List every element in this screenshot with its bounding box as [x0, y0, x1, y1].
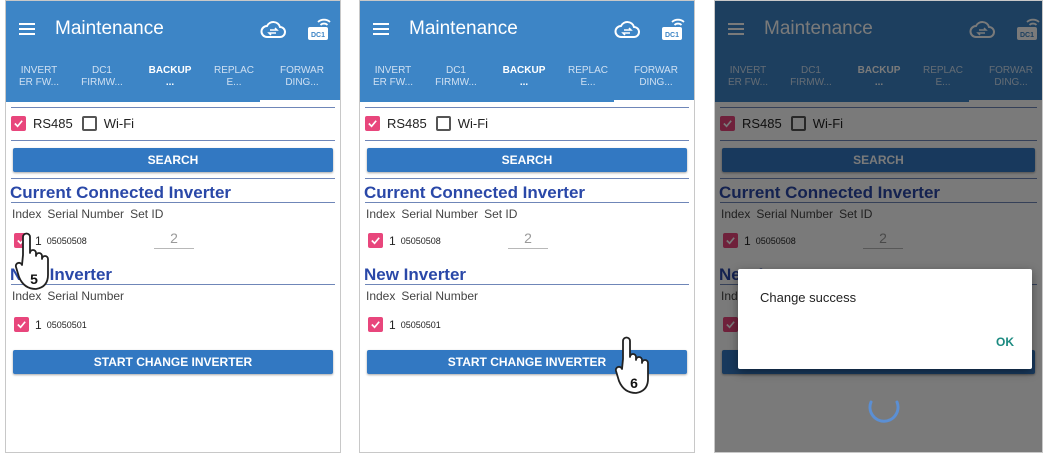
- rs485-label: RS485: [33, 115, 73, 131]
- app-bar: Maintenance DC1: [360, 1, 694, 57]
- pointing-hand-icon: 5: [14, 232, 49, 290]
- app-bar: Maintenance DC1: [6, 1, 340, 57]
- new-inverter-title: New Inverter: [364, 265, 467, 284]
- checkmark-icon: [368, 119, 377, 127]
- divider: [365, 284, 689, 285]
- tab-forwarding[interactable]: FORWAR DING...: [272, 65, 332, 89]
- current-inverter-columns: Index Serial Number Set ID: [366, 207, 523, 221]
- checkmark-icon: [371, 237, 380, 245]
- tab-replace[interactable]: REPLAC E...: [204, 65, 264, 89]
- svg-text:DC1: DC1: [311, 32, 325, 39]
- current-inverter-title: Current Connected Inverter: [364, 183, 586, 202]
- rs485-checkbox[interactable]: [365, 115, 380, 131]
- set-id-field[interactable]: 2: [508, 229, 548, 249]
- divider: [11, 140, 335, 141]
- row-index: 1: [35, 317, 42, 332]
- current-inverter-columns: Index Serial Number Set ID: [12, 207, 169, 221]
- dc1-wifi-icon[interactable]: DC1: [660, 14, 688, 42]
- row-index: 1: [389, 317, 396, 332]
- checkmark-icon: [371, 321, 380, 329]
- column-serial-number: Serial Number: [47, 207, 125, 221]
- column-serial-number: Serial Number: [401, 289, 479, 303]
- new-inverter-checkbox[interactable]: [368, 317, 383, 332]
- modal-overlay: [715, 1, 1042, 452]
- step-6-label: 6: [630, 375, 638, 391]
- dialog-ok-button[interactable]: OK: [996, 335, 1014, 349]
- divider: [365, 202, 689, 203]
- loading-spinner-icon: [868, 400, 900, 423]
- wifi-label: Wi-Fi: [457, 115, 489, 131]
- phone-screen-success: Maintenance DC1 INVERT ER FW... DC1 FIRM…: [714, 0, 1043, 453]
- cloud-sync-icon[interactable]: [614, 21, 640, 39]
- new-inverter-row: 1 05050501: [14, 317, 87, 332]
- column-serial-number: Serial Number: [401, 207, 479, 221]
- menu-icon[interactable]: [373, 23, 389, 35]
- tab-backup[interactable]: BACKUP ...: [494, 65, 554, 89]
- divider: [11, 107, 335, 108]
- step-5-label: 5: [30, 271, 38, 287]
- tab-indicator: [260, 100, 340, 102]
- column-index: Index: [366, 207, 396, 221]
- current-inverter-checkbox[interactable]: [368, 233, 383, 248]
- app-title: Maintenance: [409, 18, 518, 39]
- column-index: Index: [366, 289, 396, 303]
- tab-bar: INVERT ER FW... DC1 FIRMW... BACKUP ... …: [6, 57, 340, 102]
- tab-replace[interactable]: REPLAC E...: [558, 65, 618, 89]
- column-serial-number: Serial Number: [47, 289, 125, 303]
- row-serial: 05050508: [400, 235, 441, 246]
- new-inverter-checkbox[interactable]: [14, 317, 29, 332]
- divider: [11, 284, 335, 285]
- checkmark-icon: [17, 321, 26, 329]
- new-inverter-columns: Index Serial Number: [366, 289, 484, 303]
- tab-dc1-firmware[interactable]: DC1 FIRMW...: [426, 65, 486, 89]
- wifi-checkbox[interactable]: [81, 115, 97, 131]
- row-index: 1: [389, 233, 396, 248]
- start-change-inverter-button[interactable]: START CHANGE INVERTER: [13, 350, 333, 374]
- tab-forwarding[interactable]: FORWAR DING...: [626, 65, 686, 89]
- tab-inverter-fw[interactable]: INVERT ER FW...: [9, 65, 69, 89]
- pointing-hand-icon: 6: [614, 336, 649, 394]
- rs485-checkbox[interactable]: [11, 115, 26, 131]
- column-set-id: Set ID: [484, 207, 518, 221]
- tab-backup[interactable]: BACKUP ...: [140, 65, 200, 89]
- set-id-field[interactable]: 2: [154, 229, 194, 249]
- menu-icon[interactable]: [19, 23, 35, 35]
- divider: [11, 178, 335, 179]
- new-inverter-row: 1 05050501: [368, 317, 441, 332]
- success-dialog: Change success OK: [738, 269, 1032, 369]
- column-index: Index: [12, 207, 42, 221]
- app-title: Maintenance: [55, 18, 164, 39]
- tab-dc1-firmware[interactable]: DC1 FIRMW...: [72, 65, 132, 89]
- phone-screen-step-5: Maintenance DC1 INVERT ER FW... DC1 FIRM…: [5, 0, 341, 453]
- rs485-label: RS485: [387, 115, 427, 131]
- svg-text:DC1: DC1: [665, 32, 679, 39]
- cloud-sync-icon[interactable]: [260, 21, 286, 39]
- dialog-message: Change success: [760, 290, 857, 305]
- tab-inverter-fw[interactable]: INVERT ER FW...: [363, 65, 423, 89]
- divider: [365, 140, 689, 141]
- search-button[interactable]: SEARCH: [13, 148, 333, 172]
- search-button[interactable]: SEARCH: [367, 148, 687, 172]
- row-serial: 05050501: [46, 319, 87, 330]
- current-inverter-title: Current Connected Inverter: [10, 183, 232, 202]
- tab-bar: INVERT ER FW... DC1 FIRMW... BACKUP ... …: [360, 57, 694, 102]
- connection-filter: RS485 Wi-Fi: [11, 112, 134, 134]
- wifi-label: Wi-Fi: [103, 115, 135, 131]
- phone-screen-step-6: Maintenance DC1 INVERT ER FW... DC1 FIRM…: [359, 0, 695, 453]
- wifi-checkbox[interactable]: [435, 115, 451, 131]
- current-inverter-row: 1 05050508: [368, 233, 441, 248]
- row-serial: 05050501: [400, 319, 441, 330]
- dc1-wifi-icon[interactable]: DC1: [306, 14, 334, 42]
- divider: [365, 107, 689, 108]
- tab-indicator: [614, 100, 694, 102]
- column-set-id: Set ID: [130, 207, 164, 221]
- divider: [11, 202, 335, 203]
- checkmark-icon: [14, 119, 23, 127]
- connection-filter: RS485 Wi-Fi: [365, 112, 488, 134]
- divider: [365, 178, 689, 179]
